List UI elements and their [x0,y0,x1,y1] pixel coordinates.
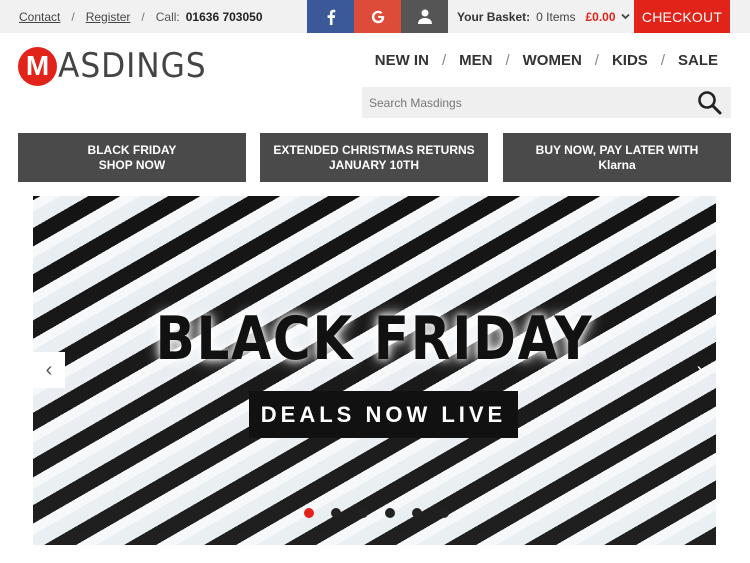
promo-line1: BLACK FRIDAY [87,142,177,157]
promo-line1: EXTENDED CHRISTMAS RETURNS [273,142,475,157]
basket-total: £0.00 [585,9,616,24]
carousel-indicators [33,508,716,518]
nav-men[interactable]: MEN [459,52,492,69]
nav-new-in[interactable]: NEW IN [375,52,429,69]
search-bar [362,87,731,118]
promo-line2: Klarna [598,157,636,172]
account-button[interactable] [401,0,448,33]
hero-cta[interactable]: DEALS NOW LIVE [249,391,518,438]
carousel-prev-button[interactable]: ‹ [33,352,65,388]
separator: / [594,52,599,69]
separator: / [505,52,510,69]
search-icon [698,91,722,115]
search-input[interactable] [362,87,682,118]
chevron-right-icon: › [696,358,704,381]
nav-sale[interactable]: SALE [678,52,718,69]
carousel-dot[interactable] [358,508,368,518]
promo-christmas-returns[interactable]: EXTENDED CHRISTMAS RETURNS JANUARY 10TH [260,133,488,182]
basket-summary[interactable]: Your Basket: 0 Items £0.00 [457,0,630,33]
facebook-icon [327,9,335,25]
nav-kids[interactable]: KIDS [612,52,648,69]
top-links: Contact / Register / Call: 01636 703050 [19,0,263,33]
promo-line2: JANUARY 10TH [328,157,420,172]
call-label: Call: [155,9,180,24]
main-navigation: NEW IN / MEN / WOMEN / KIDS / SALE [375,52,718,69]
separator: / [141,9,145,24]
carousel-next-button[interactable]: › [684,352,716,388]
carousel-dot[interactable] [304,508,314,518]
hero-banner[interactable]: BLACK FRIDAY DEALS NOW LIVE ‹ › [33,196,716,545]
promo-line2: SHOP NOW [98,157,166,172]
chevron-left-icon: ‹ [45,358,53,381]
top-bar: Contact / Register / Call: 01636 703050 … [0,0,750,33]
facebook-login-button[interactable] [307,0,354,33]
promo-line1: BUY NOW, PAY LATER WITH [535,142,699,157]
carousel-dot[interactable] [412,508,422,518]
site-logo[interactable]: M ASDINGS [18,46,219,86]
google-icon [371,10,384,23]
contact-link[interactable]: Contact [19,10,60,24]
basket-item-count: 0 Items [536,9,576,24]
carousel-dot[interactable] [385,508,395,518]
carousel-dot[interactable] [331,508,341,518]
separator: / [71,9,75,24]
google-login-button[interactable] [354,0,401,33]
register-link[interactable]: Register [86,10,131,24]
separator: / [660,52,665,69]
basket-label: Your Basket: [457,9,531,24]
logo-text: ASDINGS [58,46,207,86]
separator: / [441,52,447,69]
promo-black-friday[interactable]: BLACK FRIDAY SHOP NOW [18,133,246,182]
carousel-dot[interactable] [439,508,449,518]
search-button[interactable] [697,90,723,116]
hero-title: BLACK FRIDAY [155,304,594,374]
chevron-down-icon[interactable] [620,13,630,20]
logo-mark: M [18,46,57,86]
checkout-button[interactable]: CHECKOUT [634,0,730,33]
user-icon [417,9,432,24]
nav-women[interactable]: WOMEN [523,52,582,69]
promo-klarna[interactable]: BUY NOW, PAY LATER WITH Klarna [503,133,731,182]
phone-number[interactable]: 01636 703050 [186,10,263,24]
